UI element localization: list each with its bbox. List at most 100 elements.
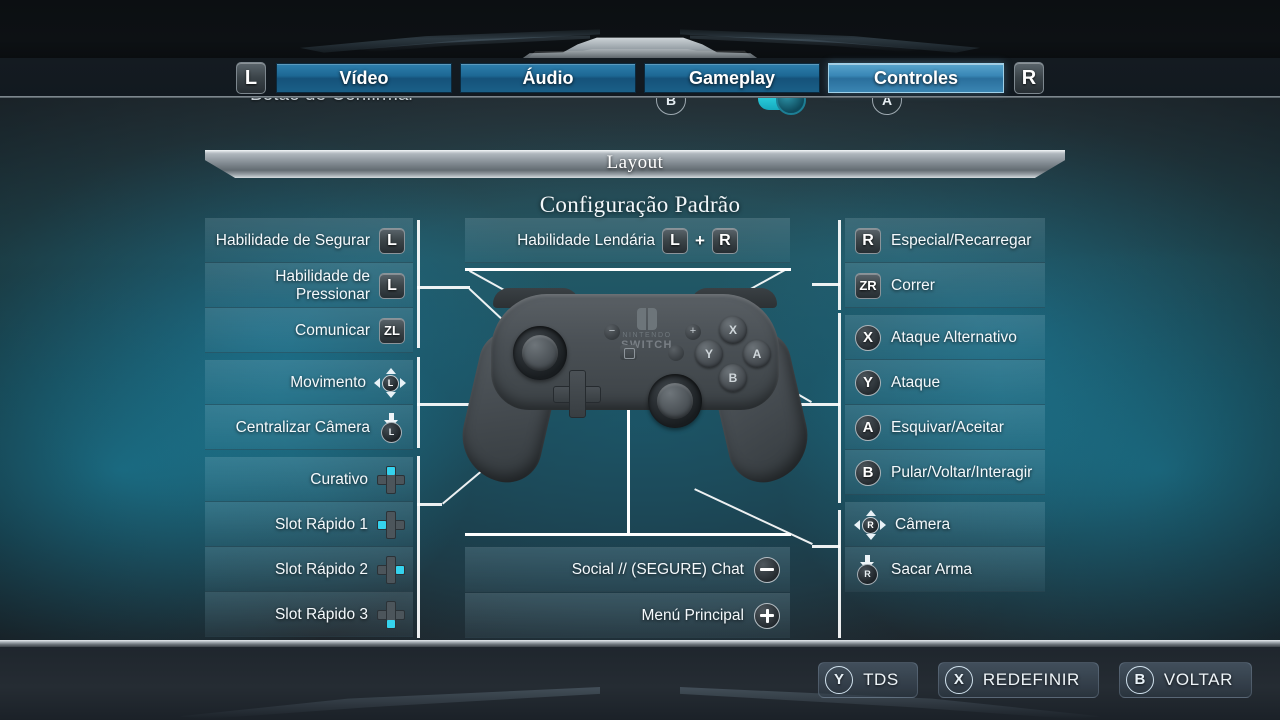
left-stick-move-icon: L (374, 367, 406, 398)
binding-row-special-reload[interactable]: R Especial/Recarregar (845, 218, 1045, 263)
rail-left-group-3 (417, 456, 420, 638)
center-row-main-menu[interactable]: Menú Principal (465, 593, 790, 638)
footer-wing-left-icon (180, 687, 600, 719)
binding-label: Ataque Alternativo (891, 328, 1017, 346)
binding-label: Esquivar/Aceitar (891, 418, 1004, 436)
binding-label: Especial/Recarregar (891, 231, 1032, 249)
button-y-icon: Y (855, 369, 881, 396)
button-zr-icon: ZR (855, 272, 881, 299)
tab-controles[interactable]: Controles (828, 63, 1004, 93)
center-row-social-chat[interactable]: Social // (SEGURE) Chat (465, 547, 790, 592)
binding-label: Centralizar Câmera (235, 418, 370, 436)
binding-label: Pular/Voltar/Interagir (891, 463, 1033, 481)
binding-row-run[interactable]: ZR Correr (845, 263, 1045, 308)
next-tab-shoulder-r-button[interactable]: R (1014, 62, 1044, 94)
binding-row-camera[interactable]: R Câmera (845, 502, 1045, 547)
binding-row-press-ability[interactable]: Habilidade de Pressionar L (205, 263, 413, 308)
button-b-icon: B (855, 459, 881, 486)
prev-tab-shoulder-l-button[interactable]: L (236, 62, 266, 94)
button-l-icon: L (379, 227, 405, 254)
group-separator (845, 308, 1045, 315)
binding-label: Movimento (290, 373, 366, 391)
left-stick-press-icon: L (379, 412, 405, 443)
controller-face-x-icon: X (719, 316, 747, 344)
binding-label: Habilidade de Segurar (215, 231, 370, 249)
button-b-icon: B (1125, 666, 1154, 694)
center-row-legendary-ability[interactable]: Habilidade Lendária L + R (465, 218, 790, 263)
button-r-icon: R (711, 227, 738, 254)
rail-left-connector-2 (417, 403, 470, 406)
combo-plus-sign: + (694, 230, 705, 250)
button-x-icon: X (855, 324, 881, 351)
action-label: REDEFINIR (982, 670, 1080, 689)
left-bindings-column: Habilidade de Segurar L Habilidade de Pr… (205, 218, 413, 637)
binding-label: Slot Rápido 1 (274, 515, 368, 533)
binding-row-quick-slot-3[interactable]: Slot Rápido 3 (205, 592, 413, 637)
dpad-right-icon (377, 555, 405, 584)
center-top-label: Habilidade Lendária (517, 231, 655, 249)
binding-row-attack[interactable]: Y Ataque (845, 360, 1045, 405)
dpad-left-icon (377, 510, 405, 539)
binding-label: Slot Rápido 3 (274, 605, 368, 623)
rail-right-group-3 (838, 510, 841, 638)
rail-right-connector-1 (812, 283, 840, 286)
binding-row-draw-weapon[interactable]: R Sacar Arma (845, 547, 1045, 592)
controller-face-y-icon: Y (695, 340, 723, 368)
button-zl-icon: ZL (379, 317, 405, 344)
binding-row-heal[interactable]: Curativo (205, 457, 413, 502)
rail-left-connector-3 (417, 503, 442, 506)
button-y-icon: Y (825, 666, 854, 694)
binding-row-hold-ability[interactable]: Habilidade de Segurar L (205, 218, 413, 263)
action-tds-button[interactable]: Y TDS (818, 662, 918, 698)
tab-audio[interactable]: Áudio (460, 63, 636, 93)
binding-label: Curativo (310, 470, 368, 488)
binding-label: Câmera (895, 515, 951, 533)
dpad-up-icon (377, 465, 405, 494)
controller-dpad (553, 370, 601, 418)
action-back-button[interactable]: B VOLTAR (1118, 662, 1252, 698)
center-bottom-label-1: Social // (SEGURE) Chat (571, 560, 744, 578)
controller-home-button-icon (668, 345, 684, 361)
rail-left-connector-1 (417, 286, 470, 289)
binding-label: Ataque (891, 373, 941, 391)
tab-gameplay[interactable]: Gameplay (644, 63, 820, 93)
binding-label: Habilidade de Pressionar (275, 267, 370, 303)
right-bindings-column: R Especial/Recarregar ZR Correr X Ataque… (845, 218, 1045, 592)
button-l-icon: L (661, 227, 688, 254)
binding-row-quick-slot-1[interactable]: Slot Rápido 1 (205, 502, 413, 547)
tab-video[interactable]: Vídeo (276, 63, 452, 93)
group-separator (205, 450, 413, 457)
binding-row-jump-back-interact[interactable]: B Pular/Voltar/Interagir (845, 450, 1045, 495)
binding-row-communicate[interactable]: Comunicar ZL (205, 308, 413, 353)
rail-right-group-1 (838, 220, 841, 310)
minus-button-icon (754, 556, 780, 583)
binding-row-alt-attack[interactable]: X Ataque Alternativo (845, 315, 1045, 360)
controller-plus-button-icon: + (685, 324, 701, 340)
binding-label: Sacar Arma (891, 560, 972, 578)
plus-button-icon (754, 602, 780, 629)
controller-capture-button-icon (620, 345, 637, 360)
banner-title: Layout (606, 152, 664, 173)
action-reset-button[interactable]: X REDEFINIR (937, 662, 1099, 698)
top-header-bar (0, 0, 1280, 60)
binding-label: Comunicar (295, 321, 370, 339)
controller-minus-button-icon: − (604, 324, 620, 340)
scrolled-row-label: Botão de Confirmar (250, 98, 415, 106)
config-subtitle: Configuração Padrão (539, 192, 741, 217)
layout-section-banner: Layout (205, 150, 1065, 178)
scrolled-row-toggle[interactable] (758, 98, 806, 115)
controller-face-a-icon: A (743, 340, 771, 368)
binding-row-movement[interactable]: Movimento L (205, 360, 413, 405)
binding-row-quick-slot-2[interactable]: Slot Rápido 2 (205, 547, 413, 592)
binding-row-center-camera[interactable]: Centralizar Câmera L (205, 405, 413, 450)
group-separator (845, 495, 1045, 502)
controller-face-b-icon: B (719, 364, 747, 392)
rail-left-group-1 (417, 220, 420, 348)
settings-tab-bar: L Vídeo Áudio Gameplay Controles R (0, 58, 1280, 98)
button-l-icon: L (379, 272, 405, 299)
binding-row-dodge-accept[interactable]: A Esquivar/Aceitar (845, 405, 1045, 450)
button-x-icon: X (944, 666, 973, 694)
dpad-down-icon (377, 600, 405, 629)
button-r-icon: R (855, 227, 881, 254)
rail-right-group-2 (838, 313, 841, 503)
